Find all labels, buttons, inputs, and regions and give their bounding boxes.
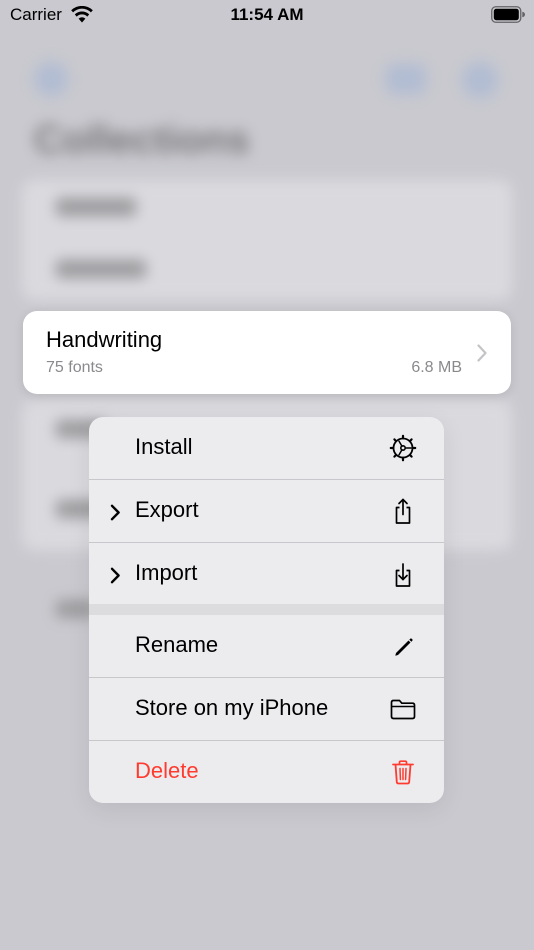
trash-icon [392, 760, 414, 785]
list-row-blurred [56, 198, 136, 216]
menu-item-label: Export [135, 497, 199, 522]
menu-item-label: Import [135, 560, 198, 585]
chevron-right-icon [110, 504, 120, 521]
chevron-right-icon [110, 567, 120, 584]
toolbar-button-blurred [386, 64, 426, 94]
menu-item-import[interactable]: Import [89, 543, 444, 605]
menu-item-delete[interactable]: Delete [89, 741, 444, 803]
collection-size: 6.8 MB [411, 359, 462, 376]
back-button-blurred [34, 62, 68, 96]
menu-item-export[interactable]: Export [89, 480, 444, 542]
pencil-icon [395, 638, 413, 656]
share-icon [395, 498, 411, 524]
collection-card-handwriting[interactable]: Handwriting 75 fonts 6.8 MB [23, 311, 511, 394]
menu-item-label: Store on my iPhone [135, 695, 329, 720]
menu-item-label: Rename [135, 632, 219, 657]
menu-item-label: Delete [135, 758, 199, 783]
folder-icon [390, 699, 416, 720]
menu-item-store-on-iphone[interactable]: Store on my iPhone [89, 678, 444, 740]
status-bar: Carrier 11:54 AM [0, 0, 534, 30]
collection-title: Handwriting [46, 327, 163, 352]
context-menu: Install Export Import Rename Store on my… [89, 417, 444, 803]
page-title-blurred: Collections [34, 118, 250, 162]
import-tray-icon [395, 563, 411, 587]
menu-section-separator [89, 604, 444, 615]
toolbar-button-blurred [462, 62, 498, 98]
menu-item-install[interactable]: Install [89, 417, 444, 479]
menu-item-rename[interactable]: Rename [89, 615, 444, 677]
menu-item-label: Install [135, 434, 193, 459]
battery-icon [491, 6, 525, 23]
list-row-blurred [56, 260, 146, 278]
chevron-right-icon [477, 344, 487, 362]
gear-icon [389, 434, 417, 462]
collection-font-count: 75 fonts [46, 359, 103, 376]
clock: 11:54 AM [230, 5, 304, 24]
